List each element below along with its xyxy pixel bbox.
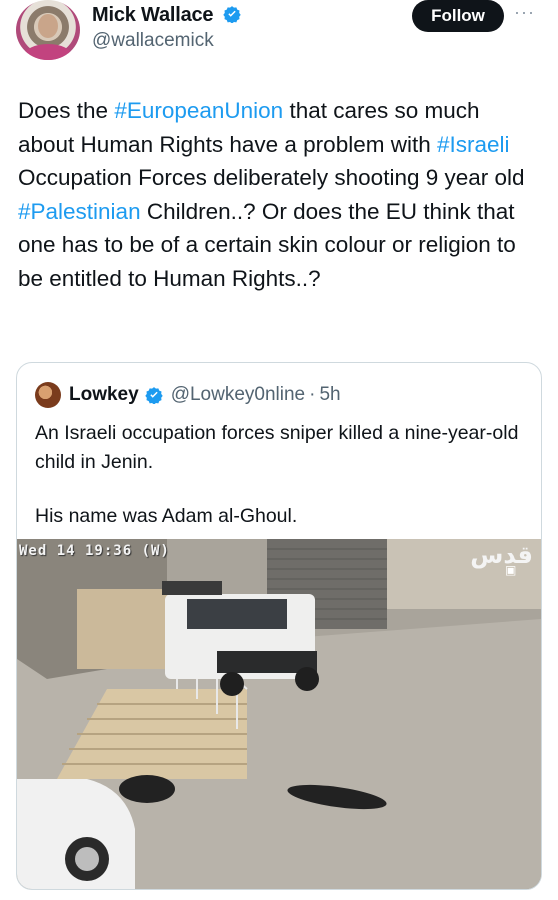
hashtag-link[interactable]: #Palestinian [18,199,141,224]
quoted-author-avatar[interactable] [35,382,61,408]
verified-badge-icon [223,6,241,23]
avatar-shirt [24,44,72,60]
quoted-author-name[interactable]: Lowkey [69,384,139,406]
channel-logo: قدس [470,541,533,569]
post-header: Mick Wallace @wallacemick Follow ··· [0,0,558,80]
quoted-author-handle[interactable]: @Lowkey0nline [171,384,305,406]
author-avatar[interactable] [16,0,80,60]
quoted-post-header: Lowkey @Lowkey0nline · 5h [35,381,341,409]
author-name-row[interactable]: Mick Wallace [92,4,241,27]
more-options-icon[interactable]: ··· [514,2,535,23]
avatar-face [38,14,58,38]
quoted-post-text: An Israeli occupation forces sniper kill… [35,419,525,531]
quoted-post[interactable]: Lowkey @Lowkey0nline · 5h An Israeli occ… [16,362,542,890]
hashtag-link[interactable]: #Israeli [437,132,510,157]
quoted-post-time[interactable]: 5h [319,384,340,406]
post-text: Does the #EuropeanUnion that cares so mu… [18,94,542,295]
cctv-timestamp: Wed 14 19:36 (W) [19,543,170,559]
author-handle[interactable]: @wallacemick [92,30,214,52]
quoted-verified-badge-icon [145,387,163,404]
follow-button[interactable]: Follow [412,0,504,32]
media-icon: ▣ [505,563,517,577]
hashtag-link[interactable]: #EuropeanUnion [114,98,283,123]
post-text-segment: Occupation Forces deliberately shooting … [18,165,525,190]
separator-dot: · [309,384,316,405]
video-thumbnail[interactable]: Wed 14 19:36 (W) قدس ▣ [17,539,541,889]
post-text-segment: Does the [18,98,115,123]
author-name[interactable]: Mick Wallace [92,4,214,26]
quoted-text-line-1: An Israeli occupation forces sniper kill… [35,422,519,473]
quoted-text-line-2: His name was Adam al-Ghoul. [35,505,298,527]
cctv-scene-image [17,539,541,889]
